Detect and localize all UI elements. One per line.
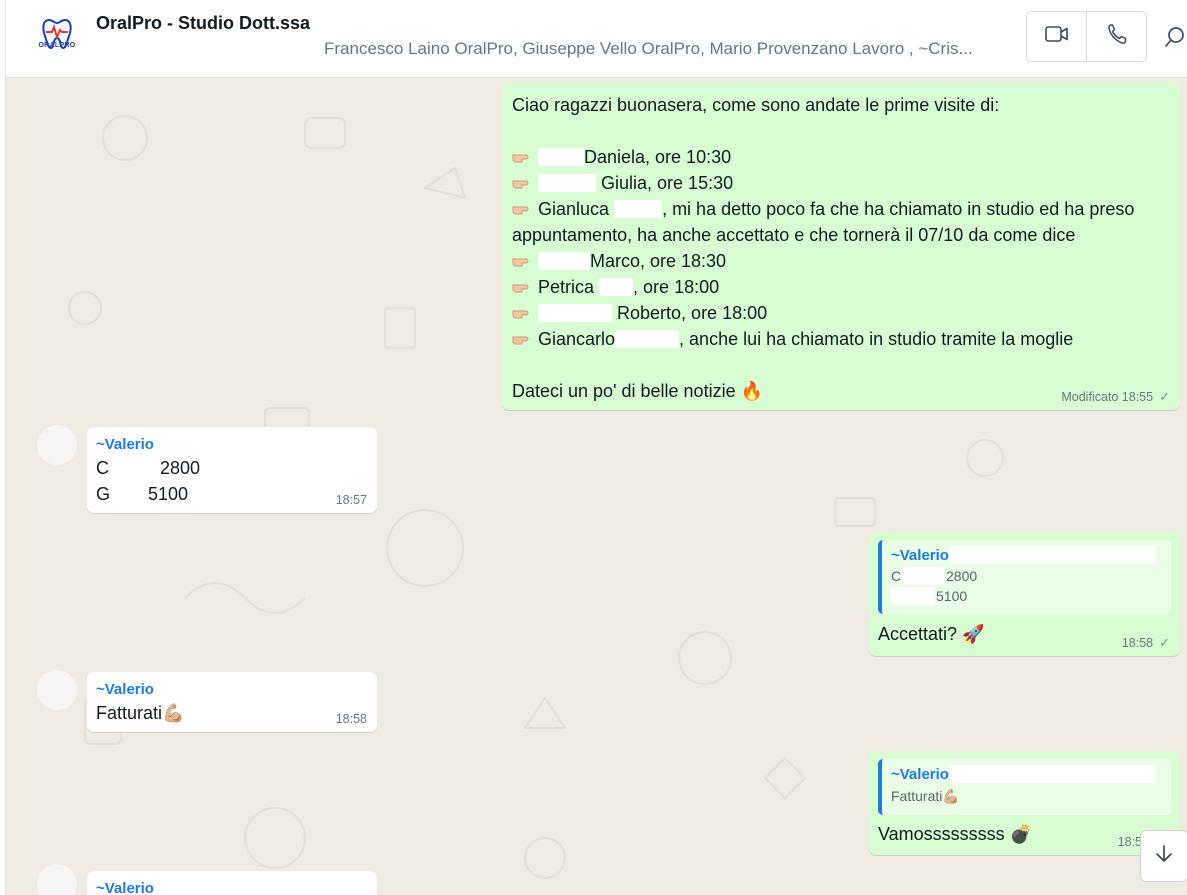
search-icon	[1163, 27, 1187, 56]
redacted-text	[538, 148, 584, 166]
redacted-text	[891, 587, 935, 605]
scroll-to-bottom-button[interactable]	[1140, 830, 1187, 882]
message-time: 18:57	[335, 493, 367, 507]
redacted-text	[950, 765, 1156, 783]
message-line: Giancarlo, anche lui ha chiamato in stud…	[512, 326, 1172, 352]
message-incoming[interactable]: ~Valerio C 2800 G 5100 18:57	[87, 427, 377, 513]
quoted-message[interactable]: ~Valerio C 2800 5100	[878, 540, 1171, 614]
message-line: Petrica , ore 18:00	[512, 274, 1172, 300]
phone-icon	[1107, 23, 1127, 50]
arrow-down-icon	[1153, 843, 1175, 870]
message-text: Accettati? 🚀	[878, 624, 985, 644]
quoted-line-value: 2800	[946, 568, 978, 584]
message-time: 18:58	[1121, 636, 1154, 650]
sender-name[interactable]: ~Valerio	[96, 880, 154, 895]
row-letter: C	[96, 458, 109, 478]
pointing-hand-icon	[512, 145, 534, 163]
avatar[interactable]	[37, 425, 77, 465]
redacted-text	[538, 304, 612, 322]
quoted-line-value: 5100	[936, 588, 968, 604]
quoted-text: Fatturati💪🏼	[891, 788, 960, 804]
window-left-edge	[0, 0, 6, 895]
voice-call-button[interactable]	[1087, 12, 1146, 61]
video-camera-icon	[1044, 25, 1069, 48]
read-tick-icon: ✓	[1159, 635, 1170, 650]
read-tick-icon: ✓	[1159, 389, 1170, 404]
message-text: Ciao ragazzi buonasera, come sono andate…	[512, 95, 1000, 115]
group-avatar-logo[interactable]	[35, 14, 79, 58]
redacted-text	[900, 567, 944, 585]
sender-name[interactable]: ~Valerio	[96, 681, 154, 699]
pointing-hand-icon	[512, 327, 534, 345]
message-meta: 18:58 ✓	[1121, 635, 1170, 651]
redacted-text	[538, 252, 590, 270]
message-time: 18:5	[1117, 835, 1142, 849]
group-members[interactable]: Francesco Laino OralPro, Giuseppe Vello …	[324, 39, 1024, 59]
quoted-sender: ~Valerio	[891, 547, 949, 564]
pointing-hand-icon	[512, 197, 534, 215]
quoted-sender: ~Valerio	[891, 766, 949, 783]
call-buttons	[1026, 11, 1147, 62]
redacted-text	[599, 278, 634, 296]
message-line: Giulia, ore 15:30	[512, 170, 1172, 196]
pointing-hand-icon	[512, 301, 534, 319]
chat-header: ORALPRO OralPro - Studio Dott.ssa France…	[5, 0, 1187, 78]
sender-name[interactable]: ~Valerio	[96, 436, 154, 454]
pointing-hand-icon	[512, 249, 534, 267]
row-value: 2800	[160, 458, 201, 478]
message-incoming[interactable]: ~Valerio	[87, 871, 377, 895]
message-line: Gianluca , mi ha detto poco fa che ha ch…	[512, 196, 1172, 222]
redacted-text	[615, 330, 680, 348]
redacted-text	[950, 546, 1156, 564]
message-meta: Modificato 18:55 ✓	[1061, 389, 1170, 405]
pointing-hand-icon	[512, 275, 534, 293]
message-outgoing[interactable]: ~Valerio C 2800 5100 Accettati? 🚀 18:58 ✓	[869, 532, 1180, 656]
row-value: 5100	[148, 484, 189, 504]
message-line: Marco, ore 18:30	[512, 248, 1172, 274]
message-outgoing[interactable]: Ciao ragazzi buonasera, come sono andate…	[502, 82, 1180, 410]
message-incoming[interactable]: ~Valerio Fatturati💪🏼 18:58	[87, 672, 377, 732]
message-line: appuntamento, ha anche accettato e che t…	[512, 225, 1076, 245]
search-button[interactable]	[1163, 24, 1187, 52]
message-text: Vamosssssssss 💣	[878, 824, 1033, 844]
logo-text: ORALPRO	[38, 42, 76, 49]
pointing-hand-icon	[512, 171, 534, 189]
message-text: Fatturati💪🏼	[96, 703, 185, 723]
quoted-message[interactable]: ~Valerio Fatturati💪🏼	[878, 759, 1171, 815]
message-time: 18:58	[335, 712, 367, 726]
edited-timestamp: Modificato 18:55	[1061, 390, 1154, 404]
video-call-button[interactable]	[1027, 12, 1087, 61]
message-line: Roberto, ore 18:00	[512, 300, 1172, 326]
message-list[interactable]: Ciao ragazzi buonasera, come sono andate…	[5, 78, 1187, 895]
message-outgoing[interactable]: ~Valerio Fatturati💪🏼 Vamosssssssss 💣 18:…	[869, 751, 1180, 855]
redacted-text	[614, 200, 663, 218]
message-line: Daniela, ore 10:30	[512, 144, 1172, 170]
row-letter: G	[96, 484, 111, 504]
avatar[interactable]	[37, 670, 77, 710]
redacted-text	[538, 174, 596, 192]
group-title[interactable]: OralPro - Studio Dott.ssa	[96, 13, 310, 34]
